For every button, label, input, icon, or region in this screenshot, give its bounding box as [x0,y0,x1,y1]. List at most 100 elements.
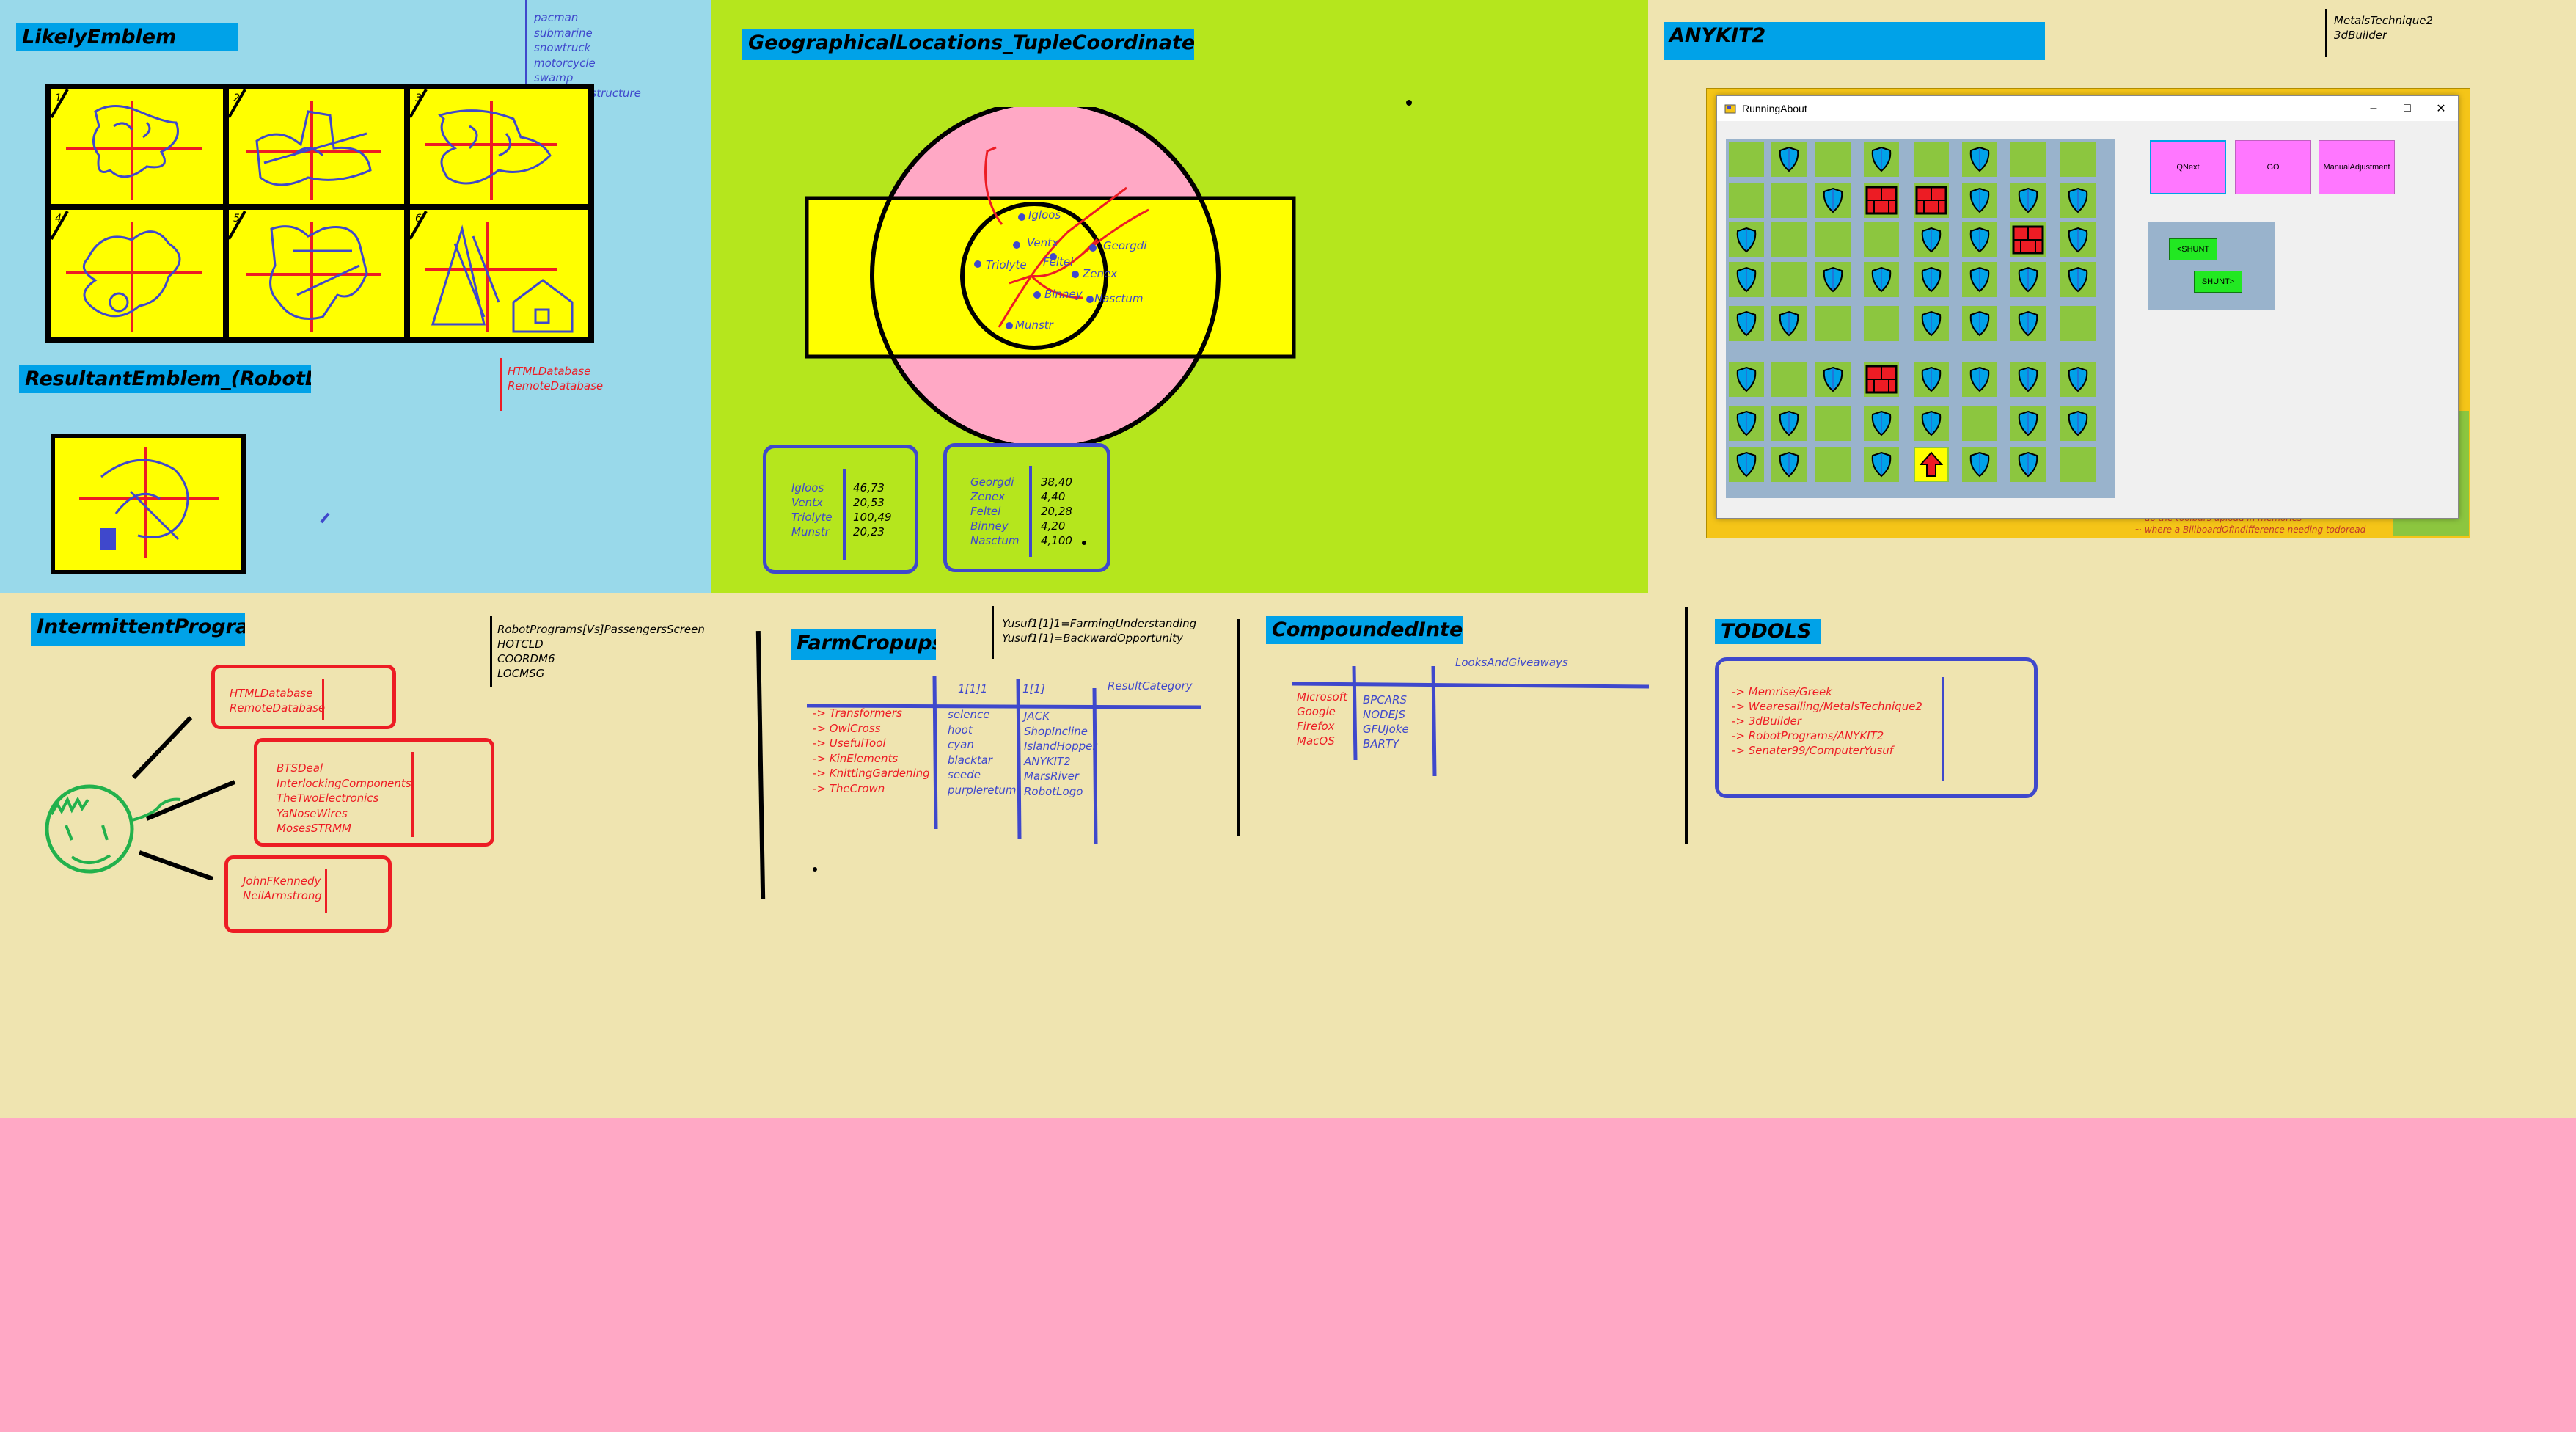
board-cell-shield[interactable] [2060,183,2096,218]
shield-icon [2068,366,2088,392]
board-cell-empty[interactable] [1815,447,1851,482]
intermittent-box-1-list: HTMLDatabase RemoteDatabase [230,686,325,715]
board-cell-shield[interactable] [1729,362,1764,397]
board-cell-shield[interactable] [2010,447,2046,482]
geo-table-value: 38,40 [1041,475,1072,489]
board-cell-empty[interactable] [1729,142,1764,177]
shield-icon [1969,366,1990,392]
minimize-icon[interactable]: – [2357,102,2390,115]
board-cell-shield[interactable] [1864,406,1899,441]
board-cell-shield[interactable] [2060,362,2096,397]
go-button[interactable]: GO [2235,140,2311,194]
farm-cell: selence [948,708,990,721]
manual-adjustment-button[interactable]: ManualAdjustment [2319,140,2395,194]
board-cell-brick[interactable] [1914,183,1949,218]
board-cell-shield[interactable] [1914,222,1949,257]
geo-location-label: Binney [1044,288,1083,301]
board-cell-player[interactable] [1914,447,1949,482]
geo-table-1-divider [843,469,846,560]
board-cell-shield[interactable] [1962,262,1997,297]
board-cell-shield[interactable] [1864,262,1899,297]
todo-item: -> Memrise/Greek [1732,685,1832,698]
farm-cell: -> UsefulTool [813,737,886,750]
maximize-icon[interactable]: □ [2390,102,2424,115]
intermittent-box-item: BTSDeal [277,761,323,775]
board-cell-shield[interactable] [2010,406,2046,441]
board-cell-shield[interactable] [1914,362,1949,397]
board-cell-shield[interactable] [1771,142,1807,177]
board-cell-shield[interactable] [1914,262,1949,297]
board-cell-shield[interactable] [1729,306,1764,341]
board-cell-brick[interactable] [1864,362,1899,397]
board-cell-shield[interactable] [1962,222,1997,257]
board-cell-shield[interactable] [1962,306,1997,341]
farm-header: 1[1] [1022,682,1045,695]
board-cell-shield[interactable] [1962,447,1997,482]
compounded-cell: Firefox [1297,720,1335,733]
board-cell-shield[interactable] [1771,406,1807,441]
zone-pink-footer [0,1118,2576,1432]
board-cell-brick[interactable] [2010,222,2046,257]
board-cell-brick[interactable] [1864,183,1899,218]
qnext-button[interactable]: QNext [2150,140,2226,194]
shield-icon [1969,227,1990,253]
board-cell-shield[interactable] [2010,306,2046,341]
board-cell-shield[interactable] [1729,262,1764,297]
board-cell-empty[interactable] [2060,306,2096,341]
board-cell-empty[interactable] [1864,222,1899,257]
board-cell-shield[interactable] [1729,222,1764,257]
geo-table-name: Munstr [791,525,830,538]
board-cell-empty[interactable] [1815,142,1851,177]
intermittent-title: IntermittentPrograms [31,613,245,646]
board-cell-empty[interactable] [1729,183,1764,218]
board-cell-empty[interactable] [1771,262,1807,297]
board-cell-empty[interactable] [1815,222,1851,257]
board-cell-shield[interactable] [2060,222,2096,257]
compounded-cell: BARTY [1363,737,1399,750]
board-cell-shield[interactable] [1729,447,1764,482]
geo-table-value: 4,40 [1041,490,1066,503]
board-cell-empty[interactable] [2060,142,2096,177]
board-cell-shield[interactable] [2010,362,2046,397]
board-cell-shield[interactable] [1729,406,1764,441]
running-about-window[interactable]: RunningAbout – □ ✕ QNext GO ManualAdjust… [1716,95,2459,519]
farm-note: Yusuf1[1]1=FarmingUnderstanding [1002,617,1197,630]
board-cell-shield[interactable] [1815,183,1851,218]
board-cell-empty[interactable] [1771,362,1807,397]
todo-item: -> Wearesailing/MetalsTechnique2 [1732,700,1922,713]
board-cell-shield[interactable] [1864,142,1899,177]
board-cell-shield[interactable] [1815,362,1851,397]
shield-icon [2018,266,2038,293]
board-cell-shield[interactable] [2010,262,2046,297]
board-cell-shield[interactable] [1771,447,1807,482]
board-cell-shield[interactable] [1962,142,1997,177]
board-cell-shield[interactable] [1771,306,1807,341]
close-icon[interactable]: ✕ [2424,101,2458,116]
board-cell-empty[interactable] [1815,306,1851,341]
board-cell-empty[interactable] [1914,142,1949,177]
board-cell-empty[interactable] [2010,142,2046,177]
board-cell-empty[interactable] [1771,183,1807,218]
board-cell-shield[interactable] [2060,406,2096,441]
board-cell-empty[interactable] [1962,406,1997,441]
board-cell-shield[interactable] [1864,447,1899,482]
board-cell-shield[interactable] [2010,183,2046,218]
board-cell-empty[interactable] [1771,222,1807,257]
board-cell-shield[interactable] [1914,306,1949,341]
shunt-left-button[interactable]: <SHUNT [2169,238,2217,260]
board-cell-empty[interactable] [2060,447,2096,482]
board-cell-empty[interactable] [1864,306,1899,341]
emblem-cell-number: 5 [233,213,240,224]
shunt-right-button[interactable]: SHUNT> [2194,271,2242,293]
shield-icon [1921,366,1942,392]
board-cell-empty[interactable] [1815,406,1851,441]
window-titlebar[interactable]: RunningAbout – □ ✕ [1717,96,2458,121]
board-cell-shield[interactable] [1914,406,1949,441]
farm-cell: seede [948,768,981,781]
board-cell-shield[interactable] [2060,262,2096,297]
board-cell-shield[interactable] [1962,362,1997,397]
game-board[interactable] [1726,139,2115,498]
board-cell-shield[interactable] [1962,183,1997,218]
board-cell-shield[interactable] [1815,262,1851,297]
farm-cell: -> OwlCross [813,721,881,735]
